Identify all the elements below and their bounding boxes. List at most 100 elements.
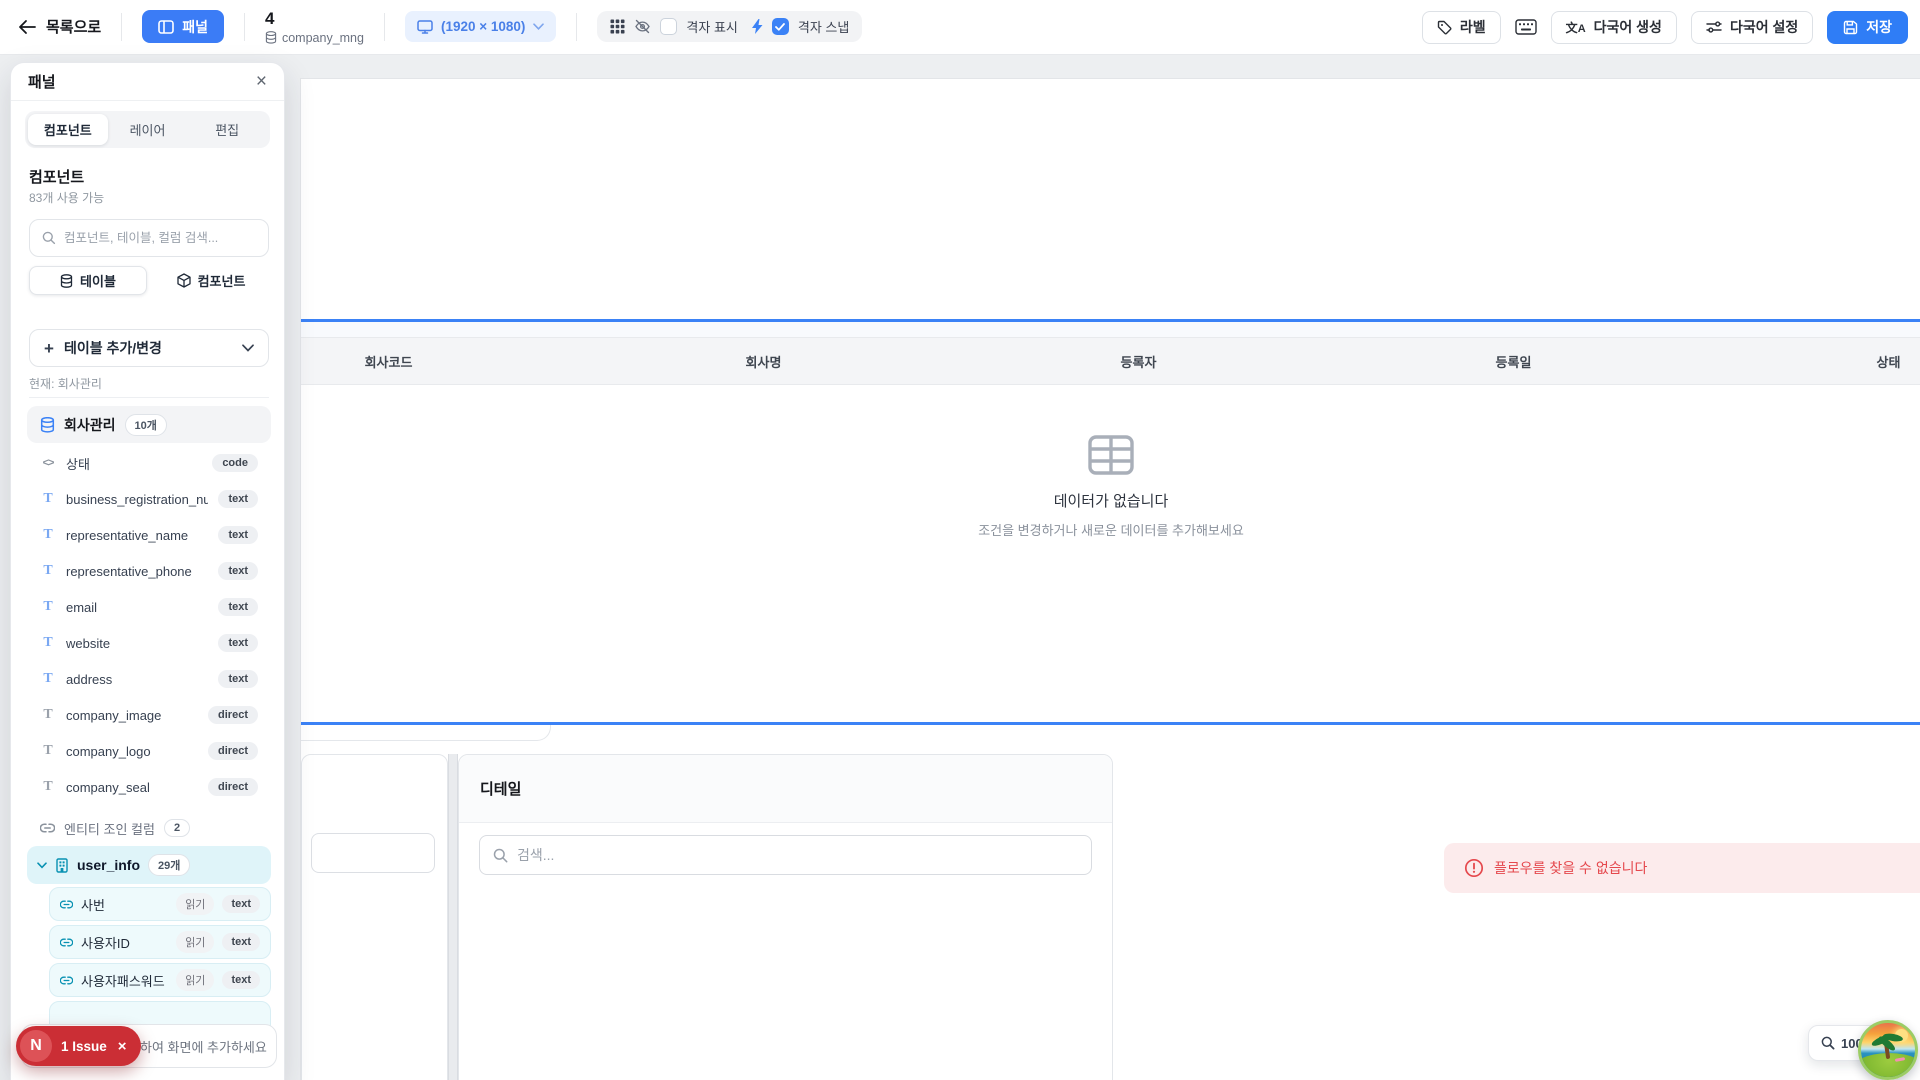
chevron-down-icon [37,862,47,869]
component-search-input[interactable] [64,231,256,245]
close-icon[interactable]: × [256,72,267,91]
type-badge: text [218,670,258,688]
panel-toggle-button[interactable]: 패널 [142,10,224,43]
tab-components[interactable]: 컴포넌트 [28,114,108,145]
eye-off-icon[interactable] [634,19,651,34]
type-badge: direct [208,706,258,724]
text-field-icon: T [40,743,56,759]
data-table-component[interactable]: 회사코드 회사명 등록자 등록일 상태 데이터가 없습니다 조건을 변경하거나 … [301,319,1920,725]
table-empty-state: 데이터가 없습니다 조건을 변경하거나 새로운 데이터를 추가해보세요 [811,434,1411,539]
database-icon [60,274,73,288]
field-row[interactable]: T address text [27,661,271,697]
mode-component-label: 컴포넌트 [198,271,246,290]
flow-error-text: 플로우를 찾을 수 없습니다 [1494,858,1647,878]
divider [29,397,269,398]
grid-settings-group: 격자 표시 격자 스냅 [597,11,862,42]
i18n-settings-button[interactable]: 다국어 설정 [1691,11,1813,44]
field-row[interactable]: T business_registration_numb text [27,481,271,517]
plus-icon: + [44,340,54,357]
field-row[interactable]: T company_image direct [27,697,271,733]
keyboard-shortcuts-icon[interactable] [1515,19,1537,35]
join-table-row-user-info[interactable]: user_info 29개 [27,846,271,884]
join-field-row[interactable]: 사용자ID 읽기 text [49,925,271,959]
link-icon [40,823,55,833]
detail-search-box[interactable] [479,835,1092,875]
grid-icon[interactable] [610,19,625,34]
table-group-name: 회사관리 [64,415,116,435]
grid-show-label: 격자 표시 [686,17,737,36]
text-field-icon: T [40,491,56,507]
type-badge: text [218,634,258,652]
label-button[interactable]: 라벨 [1422,11,1501,44]
join-field-row[interactable]: 사용자패스워드 읽기 text [49,963,271,997]
empty-table-icon [1087,434,1135,476]
chevron-down-icon [242,344,254,352]
divider [384,13,385,41]
mode-component-button[interactable]: 컴포넌트 [153,266,269,295]
readonly-badge: 읽기 [176,969,214,991]
field-count-badge: 10개 [125,414,167,436]
building-icon [55,858,69,873]
field-row[interactable]: T representative_phone text [27,553,271,589]
component-search-box[interactable] [29,219,269,257]
pane-splitter[interactable] [448,754,458,1080]
column-header[interactable]: 등록일 [1326,352,1701,371]
type-badge: direct [208,778,258,796]
text-field-icon: T [40,599,56,615]
empty-state-title: 데이터가 없습니다 [811,490,1411,511]
panel-header: 패널 × [11,63,284,101]
column-header[interactable]: 상태 [1701,352,1920,371]
i18n-generate-button[interactable]: 文A 다국어 생성 [1551,11,1677,44]
field-row[interactable]: <> 상태 code [27,445,271,481]
grid-show-checkbox[interactable] [660,18,677,35]
resolution-value: (1920 × 1080) [441,19,525,34]
components-count: 83개 사용 가능 [29,189,104,206]
join-field-count-badge: 29개 [148,854,190,876]
column-header[interactable]: 회사명 [576,352,951,371]
close-icon[interactable]: × [118,1038,127,1055]
source-mode-switch: 테이블 컴포넌트 [29,266,269,295]
join-field-row[interactable]: 사번 읽기 text [49,887,271,921]
join-count-badge: 2 [164,819,190,837]
magnifier-icon [1821,1036,1835,1050]
readonly-badge: 읽기 [176,931,214,953]
field-row[interactable]: T company_logo direct [27,733,271,769]
list-pane[interactable] [301,754,448,1080]
grid-snap-label: 격자 스냅 [798,17,849,36]
column-header[interactable]: 등록자 [951,352,1326,371]
dev-issue-badge[interactable]: N 1 Issue × [16,1026,141,1066]
flow-error-alert: 플로우를 찾을 수 없습니다 [1444,843,1920,893]
add-change-table-dropdown[interactable]: + 테이블 추가/변경 [29,329,269,367]
panel-toggle-label: 패널 [182,17,208,37]
mode-table-button[interactable]: 테이블 [29,266,147,295]
save-button[interactable]: 저장 [1827,11,1908,44]
tab-layers[interactable]: 레이어 [108,114,188,145]
top-toolbar: 목록으로 패널 4 company_mng [0,0,1920,55]
column-header[interactable]: 회사코드 [300,352,576,371]
field-row[interactable]: T representative_name text [27,517,271,553]
tab-edit[interactable]: 편집 [187,114,267,145]
field-row[interactable]: T email text [27,589,271,625]
island-app-badge[interactable] [1858,1020,1918,1080]
list-pane-input[interactable] [311,833,435,873]
text-field-icon: T [40,563,56,579]
grid-snap-checkbox[interactable] [772,18,789,35]
field-row[interactable]: T company_seal direct [27,769,271,805]
monitor-icon [417,20,433,34]
entity-join-label: 엔티티 조인 컬럼 [64,819,155,838]
link-icon [60,900,73,909]
type-badge: text [222,971,260,989]
table-group-row[interactable]: 회사관리 10개 [27,406,271,443]
detail-panel-component[interactable]: 디테일 [458,754,1113,1080]
mode-table-label: 테이블 [80,271,116,290]
alert-circle-icon [1464,858,1484,878]
field-row[interactable]: T website text [27,625,271,661]
back-to-list-button[interactable]: 목록으로 [18,16,101,37]
resolution-dropdown[interactable]: (1920 × 1080) [405,11,556,42]
type-badge: text [222,895,260,913]
panel-title: 패널 [28,71,56,92]
type-badge: direct [208,742,258,760]
readonly-badge: 읽기 [176,893,214,915]
detail-search-input[interactable] [517,847,1078,863]
panel-tabs: 컴포넌트 레이어 편집 [25,111,270,148]
